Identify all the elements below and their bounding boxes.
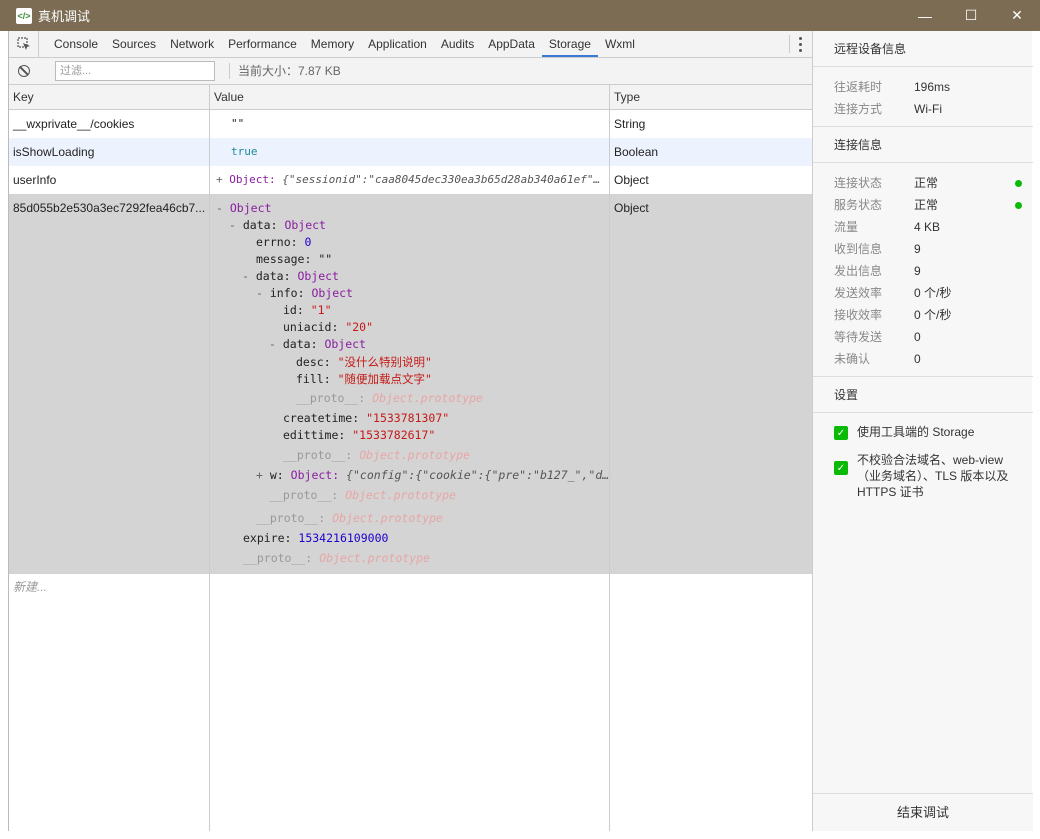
panel-tabbar: Console Sources Network Performance Memo… [9,31,813,58]
grid-header: Key Value Type [9,85,813,110]
row-value: true [231,145,258,158]
end-debug-button[interactable]: 结束调试 [813,793,1033,831]
minimize-icon[interactable]: — [902,0,948,31]
close-icon[interactable]: ✕ [994,0,1040,31]
connection-type-row: 连接方式 Wi-Fi [834,102,942,116]
use-tool-storage-checkbox[interactable]: ✓ 使用工具端的 Storage [834,424,1024,440]
stat-row: 发出信息 9 [834,264,921,278]
row-type: Object [614,201,649,215]
devtools-window: </> 真机调试 — ☐ ✕ Console Sources Network P… [0,0,1040,839]
row-key: userInfo [13,173,57,187]
column-divider[interactable] [209,85,210,831]
tree-line: uniacid: "20" [283,320,374,334]
tree-line: errno: 0 [256,235,312,249]
row-type: Boolean [614,145,659,159]
remote-debug-sidebar: 远程设备信息 往返耗时 196ms 连接方式 Wi-Fi 连接信息 连接状态 正常 服… [812,31,1033,831]
tab-console[interactable]: Console [47,31,105,57]
tab-memory[interactable]: Memory [304,31,361,57]
row-key: __wxprivate__/cookies [13,117,135,131]
tab-audits[interactable]: Audits [434,31,481,57]
stat-row: 未确认 0 [834,352,921,366]
tree-line[interactable]: - data: Object [229,218,326,232]
stat-row: 发送效率 0 个/秒 [834,286,952,300]
tab-network[interactable]: Network [163,31,221,57]
tab-sources[interactable]: Sources [105,31,163,57]
tree-line[interactable]: - data: Object [242,269,339,283]
more-options-icon[interactable] [789,35,805,53]
tree-line: desc: "没什么特别说明" [296,355,432,369]
stat-row: 连接状态 正常 [834,172,1024,194]
row-type: Object [614,173,649,187]
tree-line: id: "1" [283,303,332,317]
status-ok-dot [1015,202,1022,209]
checkmark-icon[interactable]: ✓ [834,426,848,440]
row-key: 85d055b2e530a3ec7292fea46cb7... [13,201,206,215]
table-row[interactable]: userInfo + Object: {"sessionid":"caa8045… [9,166,813,194]
stat-row: 等待发送 0 [834,330,921,344]
tree-line: edittime: "1533782617" [283,428,436,442]
title-bar: </> 真机调试 — ☐ ✕ [0,0,1040,31]
latency-row: 往返耗时 196ms [834,80,951,94]
new-key-placeholder[interactable]: 新建... [9,574,209,600]
filter-input[interactable]: 过滤... [55,61,215,81]
tree-line[interactable]: - data: Object [269,337,366,351]
key-column-header[interactable]: Key [9,85,34,109]
clear-storage-icon[interactable] [9,58,39,84]
tree-line: expire: 1534216109000 [243,531,389,545]
object-label: Object: [229,173,276,186]
settings-title: 设置 [813,377,1033,413]
tree-line: message: "" [256,252,333,266]
storage-grid: Key Value Type __wxprivate__/cookies "" … [9,85,813,831]
stat-row: 服务状态 正常 [834,194,1024,216]
skip-domain-check-checkbox[interactable]: ✓ 不校验合法域名、web-view（业务域名）、TLS 版本以及 HTTPS … [834,452,1024,500]
row-key: isShowLoading [13,145,95,159]
tab-wxml[interactable]: Wxml [598,31,642,57]
stat-row: 收到信息 9 [834,242,921,256]
table-row-selected[interactable]: 85d055b2e530a3ec7292fea46cb7... Object -… [9,194,813,574]
column-divider[interactable] [609,85,610,831]
connection-info-title: 连接信息 [813,127,1033,163]
tab-application[interactable]: Application [361,31,434,57]
status-ok-dot [1015,180,1022,187]
stat-row: 流量 4 KB [834,220,941,234]
stat-row: 接收效率 0 个/秒 [834,308,952,322]
inspect-element-icon[interactable] [9,31,39,57]
value-column-header[interactable]: Value [210,85,244,109]
storage-toolbar: 过滤... 当前大小：7.87 KB [9,58,813,85]
tree-line[interactable]: - Object [216,201,271,215]
new-entry-row[interactable]: 新建... [9,574,813,602]
tree-line[interactable]: + w: Object: {"config":{"cookie":{"pre":… [256,468,609,482]
checkmark-icon[interactable]: ✓ [834,461,848,475]
table-row[interactable]: __wxprivate__/cookies "" String [9,110,813,138]
type-column-header[interactable]: Type [610,85,640,109]
devtools-panel: Console Sources Network Performance Memo… [8,31,813,831]
tree-line: fill: "随便加载点文字" [296,372,432,386]
expand-toggle[interactable]: + [216,173,223,186]
tree-line: __proto__: Object.prototype [283,448,470,462]
tree-line: createtime: "1533781307" [283,411,450,425]
row-value: "" [231,117,245,130]
tree-line: __proto__: Object.prototype [243,551,430,565]
tab-performance[interactable]: Performance [221,31,304,57]
storage-size-label: 当前大小：7.87 KB [229,63,341,79]
window-title: 真机调试 [38,9,91,24]
remote-device-title: 远程设备信息 [813,31,1033,67]
maximize-icon[interactable]: ☐ [948,0,994,31]
tab-storage[interactable]: Storage [541,31,598,57]
row-type: String [614,117,646,131]
tree-line: __proto__: Object.prototype [296,391,483,405]
app-logo-icon: </> [16,7,32,24]
object-preview: {"sessionid":"caa8045dec330ea3b65d28ab34… [282,173,601,186]
tree-line: __proto__: Object.prototype [269,488,456,502]
row-value: + Object: {"sessionid":"caa8045dec330ea3… [212,166,606,194]
tab-appdata[interactable]: AppData [481,31,542,57]
tree-line[interactable]: - info: Object [256,286,353,300]
tree-line: __proto__: Object.prototype [256,511,443,525]
table-row[interactable]: isShowLoading true Boolean [9,138,813,166]
